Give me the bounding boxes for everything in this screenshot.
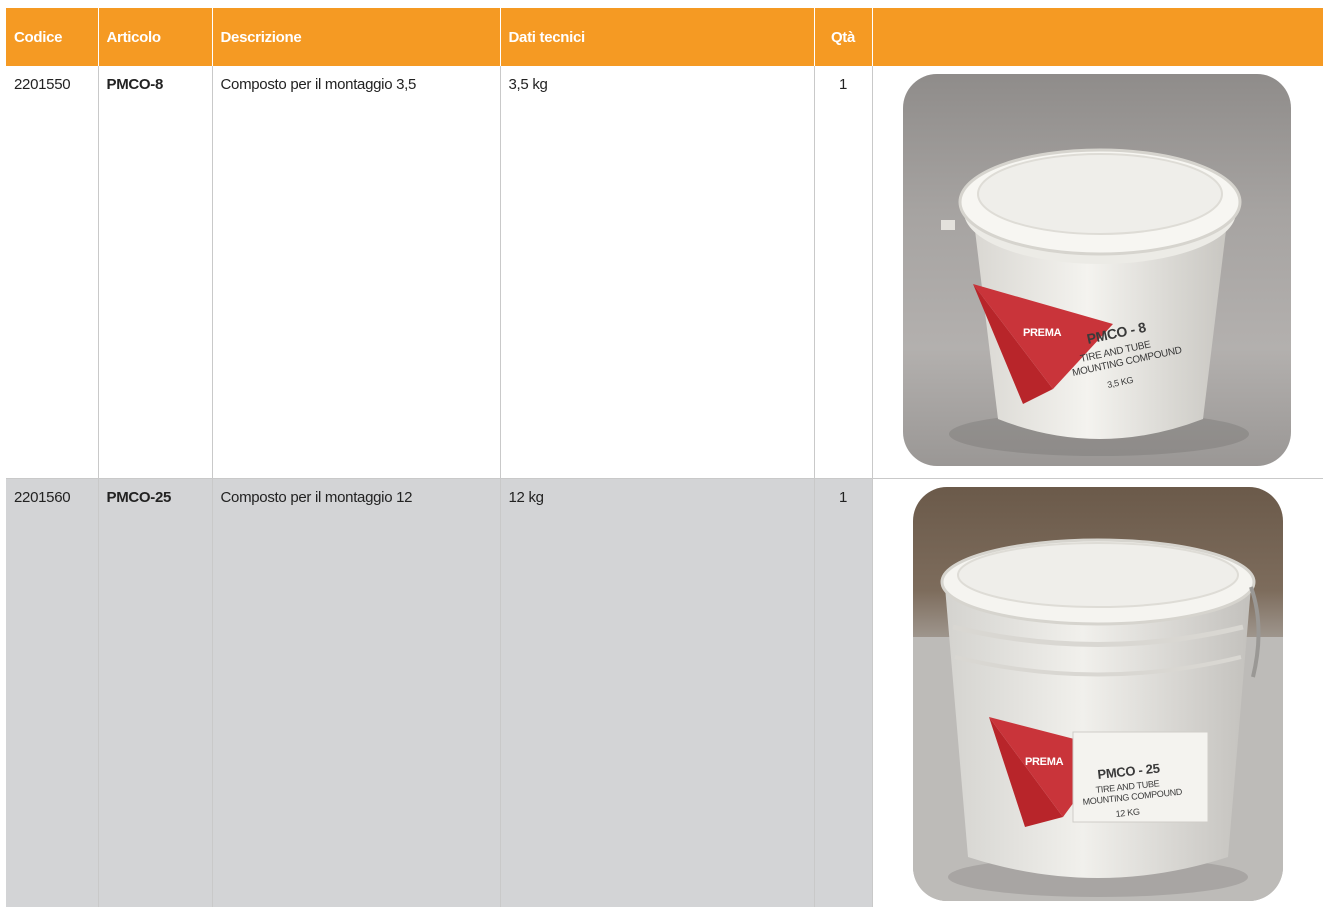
- table-header: Codice Articolo Descrizione Dati tecnici…: [6, 8, 1323, 66]
- bucket-illustration: PREMA PMCO - 25 TIRE AND TUBE MOUNTING C…: [913, 487, 1283, 901]
- cell-dati-tecnici: 3,5 kg: [500, 66, 814, 479]
- bucket-brand: PREMA: [1025, 756, 1064, 768]
- cell-qta: 1: [814, 479, 872, 907]
- cell-descrizione: Composto per il montaggio 12: [212, 479, 500, 907]
- product-photo-pmco-8: PREMA PMCO - 8 TIRE AND TUBE MOUNTING CO…: [903, 74, 1291, 466]
- bucket-illustration: PREMA PMCO - 8 TIRE AND TUBE MOUNTING CO…: [903, 74, 1291, 466]
- header-articolo: Articolo: [98, 8, 212, 66]
- cell-codice: 2201550: [6, 66, 98, 479]
- product-sheet: Codice Articolo Descrizione Dati tecnici…: [6, 8, 1323, 897]
- cell-articolo: PMCO-8: [98, 66, 212, 479]
- bucket-brand: PREMA: [1023, 327, 1062, 339]
- header-qta: Qtà: [814, 8, 872, 66]
- product-table: Codice Articolo Descrizione Dati tecnici…: [6, 8, 1323, 907]
- cell-image: PREMA PMCO - 8 TIRE AND TUBE MOUNTING CO…: [872, 66, 1323, 479]
- header-dati-tecnici: Dati tecnici: [500, 8, 814, 66]
- table-row: 2201550 PMCO-8 Composto per il montaggio…: [6, 66, 1323, 479]
- cell-dati-tecnici: 12 kg: [500, 479, 814, 907]
- cell-articolo: PMCO-25: [98, 479, 212, 907]
- cell-descrizione: Composto per il montaggio 3,5: [212, 66, 500, 479]
- product-photo-pmco-25: PREMA PMCO - 25 TIRE AND TUBE MOUNTING C…: [913, 487, 1283, 901]
- header-descrizione: Descrizione: [212, 8, 500, 66]
- cell-image: PREMA PMCO - 25 TIRE AND TUBE MOUNTING C…: [872, 479, 1323, 907]
- cell-codice: 2201560: [6, 479, 98, 907]
- cell-qta: 1: [814, 66, 872, 479]
- header-codice: Codice: [6, 8, 98, 66]
- header-image: [872, 8, 1323, 66]
- table-row: 2201560 PMCO-25 Composto per il montaggi…: [6, 479, 1323, 907]
